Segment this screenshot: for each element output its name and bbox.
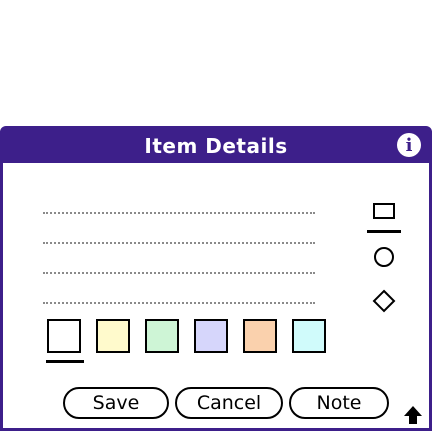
circle-shape-icon [374,247,394,267]
info-symbol: i [405,134,413,156]
color-swatch-orange[interactable] [243,319,277,353]
color-swatch-cyan[interactable] [292,319,326,353]
description-lines[interactable] [43,212,315,332]
save-button[interactable]: Save [63,387,169,419]
screen: Item Details i Save Cancel Note [0,0,432,431]
description-line[interactable] [43,242,315,244]
dialog-title: Item Details [144,134,288,158]
button-row: Save Cancel Note [63,387,389,419]
item-details-dialog: Item Details i Save Cancel Note [0,126,432,431]
description-line[interactable] [43,212,315,214]
shape-circle-option[interactable] [366,235,402,279]
shape-diamond-option[interactable] [366,279,402,323]
note-button[interactable]: Note [289,387,389,419]
description-line[interactable] [43,302,315,304]
description-line[interactable] [43,272,315,274]
color-selector [46,319,326,363]
color-swatch-white[interactable] [46,319,84,363]
cancel-button[interactable]: Cancel [175,387,283,419]
color-swatch-lavender[interactable] [194,319,228,353]
shape-selector [366,191,406,323]
diamond-shape-icon [372,289,396,313]
color-swatch-yellow[interactable] [96,319,130,353]
square-shape-icon [373,203,395,219]
arrow-up-icon[interactable] [403,405,423,425]
dialog-titlebar: Item Details i [3,129,429,163]
shape-square-option[interactable] [366,191,402,235]
info-icon[interactable]: i [397,133,421,157]
color-swatch-green[interactable] [145,319,179,353]
